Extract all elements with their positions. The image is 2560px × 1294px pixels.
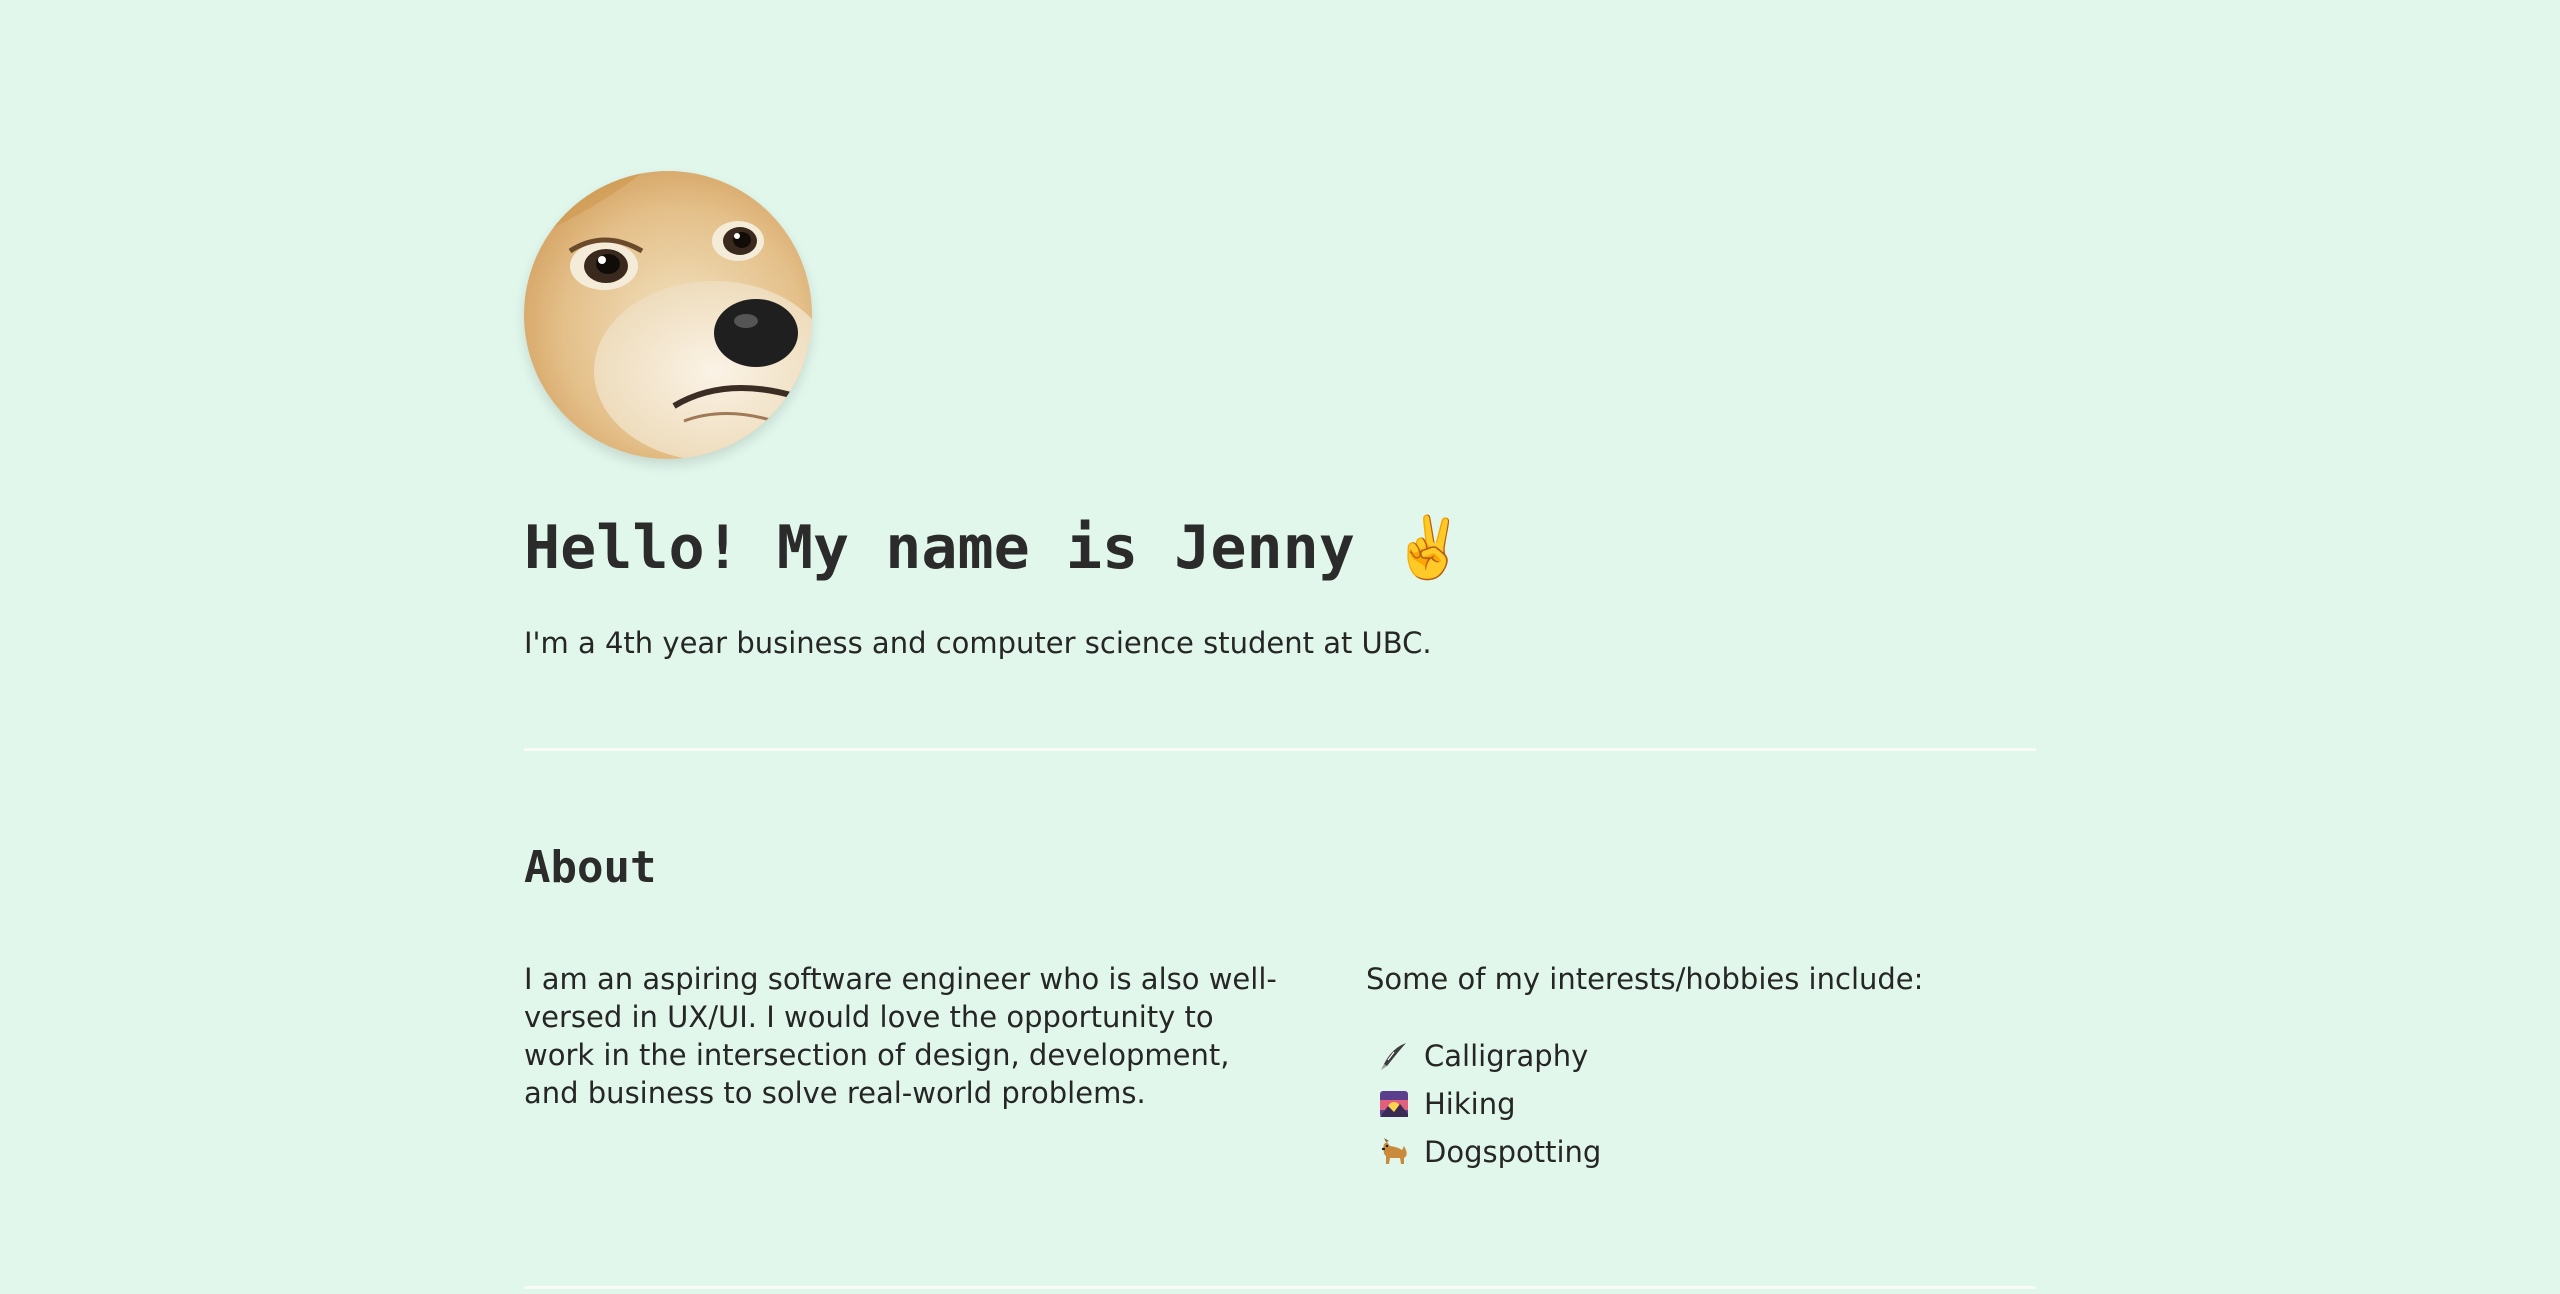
subtitle: I'm a 4th year business and computer sci… [524, 626, 1432, 660]
hobby-list: Calligraphy Hiking Dogspotting [1366, 1032, 1601, 1176]
avatar [524, 171, 812, 459]
interests-intro: Some of my interests/hobbies include: [1366, 962, 1924, 996]
dog-icon [1378, 1136, 1410, 1168]
profile-page: Hello! My name is Jenny ✌️ I'm a 4th yea… [524, 0, 2036, 1294]
feather-pen-icon [1378, 1040, 1410, 1072]
doge-avatar-image [524, 171, 812, 459]
list-item: Calligraphy [1366, 1032, 1601, 1080]
list-item: Dogspotting [1366, 1128, 1601, 1176]
peace-hand-emoji: ✌️ [1390, 513, 1466, 583]
hobby-label: Hiking [1424, 1087, 1516, 1121]
about-heading: About [524, 842, 657, 893]
section-divider [524, 1286, 2036, 1289]
hobby-label: Dogspotting [1424, 1135, 1602, 1169]
greeting-text: Hello! My name is Jenny [524, 513, 1355, 583]
page-title: Hello! My name is Jenny ✌️ [524, 506, 1466, 590]
section-divider [524, 748, 2036, 751]
sunrise-mountain-icon [1378, 1088, 1410, 1120]
interests-column: Some of my interests/hobbies include: Ca… [1366, 960, 2036, 1169]
hobby-label: Calligraphy [1424, 1039, 1589, 1073]
about-description: I am an aspiring software engineer who i… [524, 962, 1277, 1110]
list-item: Hiking [1366, 1080, 1601, 1128]
